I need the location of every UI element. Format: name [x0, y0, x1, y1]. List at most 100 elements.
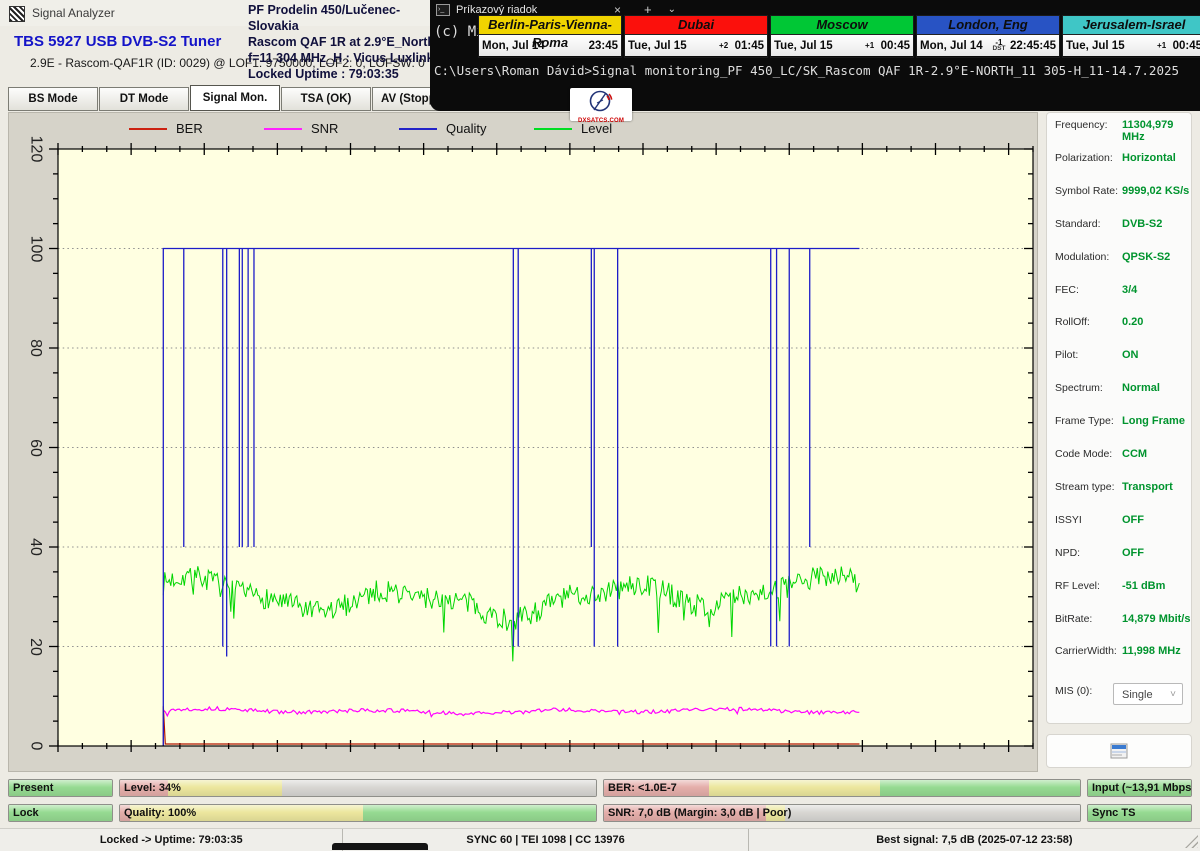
- param-value: OFF: [1122, 514, 1144, 526]
- param-row: RollOff: 0.20: [1047, 314, 1191, 332]
- app-title: Signal Analyzer: [32, 6, 115, 20]
- status-uptime: Locked -> Uptime: 79:03:35: [0, 829, 342, 851]
- param-label: FEC:: [1055, 284, 1079, 296]
- param-label: Stream type:: [1055, 481, 1115, 493]
- bar-segment: [363, 805, 596, 821]
- param-value: Horizontal: [1122, 152, 1176, 164]
- tab-signal-mon-[interactable]: Signal Mon.: [190, 85, 280, 111]
- syncts-indicator: Sync TS: [1087, 804, 1192, 822]
- bar-label: Level: 34%: [124, 782, 181, 794]
- tab-bs-mode[interactable]: BS Mode: [8, 87, 98, 111]
- clock-city: Moscow: [771, 16, 913, 35]
- y-axis-label: 20: [26, 638, 44, 656]
- clock-time: 22:45:45: [1010, 40, 1056, 52]
- y-axis-label: 40: [26, 538, 44, 556]
- param-row: ISSYI OFF: [1047, 512, 1191, 530]
- param-value: Long Frame: [1122, 415, 1185, 427]
- param-label: BitRate:: [1055, 613, 1092, 625]
- param-label: Modulation:: [1055, 251, 1109, 263]
- world-clock-panel: Berlin-Paris-Vienna-RomaMon, Jul 1423:45…: [478, 15, 1200, 58]
- param-label: Symbol Rate:: [1055, 185, 1118, 197]
- bar-label: Present: [13, 782, 53, 794]
- dxsatcs-logo-icon: [589, 89, 613, 113]
- present-indicator: Present: [8, 779, 113, 797]
- param-value: CCM: [1122, 448, 1147, 460]
- dxsatcs-logo: DXSATCS.COM: [570, 88, 632, 121]
- param-label: Pilot:: [1055, 349, 1078, 361]
- info-line-4: Locked Uptime : 79:03:35: [248, 66, 438, 82]
- param-row: Pilot: ON: [1047, 347, 1191, 365]
- clock-time: 23:45: [589, 40, 618, 52]
- param-value: QPSK-S2: [1122, 251, 1170, 263]
- param-value: ON: [1122, 349, 1139, 361]
- snr-progressbar: SNR: 7,0 dB (Margin: 3,0 dB | Poor): [603, 804, 1081, 822]
- tab-dt-mode[interactable]: DT Mode: [99, 87, 189, 111]
- input-indicator: Input (~13,91 Mbps): [1087, 779, 1192, 797]
- clock-date: Tue, Jul 15: [628, 40, 713, 52]
- signal-plot: [9, 113, 1039, 778]
- param-value: 11,998 MHz: [1122, 645, 1181, 657]
- mode-tabbar: BS ModeDT ModeSignal Mon.TSA (OK)AV (Sto…: [8, 86, 463, 112]
- terminal-prompt-line: C:\Users\Roman Dávid>Signal monitoring_P…: [434, 63, 1179, 78]
- clock-city: Jerusalem-Israel: [1063, 16, 1200, 35]
- clock-london-eng: London, EngMon, Jul 14-1DST22:45:45: [916, 15, 1060, 58]
- clock-date: Tue, Jul 15: [1066, 40, 1151, 52]
- bar-segment: [282, 780, 596, 796]
- param-row: Polarization: Horizontal: [1047, 150, 1191, 168]
- clock-berlin-paris-vienna-roma: Berlin-Paris-Vienna-RomaMon, Jul 1423:45: [478, 15, 622, 58]
- window-list-icon: [1110, 743, 1128, 759]
- param-value: -51 dBm: [1122, 580, 1165, 592]
- terminal-icon: [436, 4, 450, 16]
- clock-time: 00:45: [881, 40, 910, 52]
- mis-row: MIS (0): Single ˅: [1047, 683, 1191, 709]
- clock-time: 00:45: [1173, 40, 1200, 52]
- app-icon: [9, 6, 25, 22]
- param-value: 0.20: [1122, 316, 1143, 328]
- ts-dialog-button[interactable]: [1046, 734, 1192, 768]
- level-progressbar: Level: 34%: [119, 779, 597, 797]
- clock-city: London, Eng: [917, 16, 1059, 35]
- param-value: Transport: [1122, 481, 1173, 493]
- param-row: FEC: 3/4: [1047, 282, 1191, 300]
- y-axis-label: 100: [26, 235, 44, 262]
- param-row: Stream type: Transport: [1047, 479, 1191, 497]
- clock-utc-offset: +1: [1151, 43, 1173, 49]
- param-row: Frame Type:Long Frame: [1047, 413, 1191, 431]
- clock-moscow: MoscowTue, Jul 15+100:45: [770, 15, 914, 58]
- param-value: 14,879 Mbit/s: [1122, 613, 1190, 625]
- clock-date: Mon, Jul 14: [482, 40, 567, 52]
- param-label: Polarization:: [1055, 152, 1113, 164]
- param-label: ISSYI: [1055, 514, 1082, 526]
- tab-menu-icon[interactable]: ⌄: [668, 4, 676, 15]
- bar-segment: [785, 805, 1080, 821]
- mis-label: MIS (0):: [1055, 685, 1092, 697]
- param-value: Normal: [1122, 382, 1160, 394]
- param-value: 3/4: [1122, 284, 1137, 296]
- status-best-signal: Best signal: 7,5 dB (2025-07-12 23:58): [748, 829, 1200, 851]
- clock-jerusalem-israel: Jerusalem-Israel Tue, Jul 15+100:45: [1062, 15, 1200, 58]
- info-line-1: PF Prodelin 450/Lučenec-Slovakia: [248, 2, 438, 34]
- bar-label: Sync TS: [1092, 807, 1135, 819]
- clock-city: Dubai: [625, 16, 767, 35]
- param-row: Code Mode:CCM: [1047, 446, 1191, 464]
- param-row: Spectrum:Normal: [1047, 380, 1191, 398]
- info-line-2: Rascom QAF 1R at 2.9°E_North: [248, 34, 438, 50]
- clock-utc-offset: +2: [713, 43, 735, 49]
- bar-segment: [168, 780, 282, 796]
- y-axis-label: 80: [26, 339, 44, 357]
- bar-label: Quality: 100%: [124, 807, 196, 819]
- param-label: RollOff:: [1055, 316, 1090, 328]
- param-label: CarrierWidth:: [1055, 645, 1117, 657]
- chart-panel: BERSNRQualityLevel 120100806040200: [8, 112, 1038, 772]
- quality-progressbar: Quality: 100%: [119, 804, 597, 822]
- param-row: Frequency:11304,979 MHz: [1047, 117, 1191, 135]
- clock-dubai: Dubai Tue, Jul 15+201:45: [624, 15, 768, 58]
- clock-time: 01:45: [735, 40, 764, 52]
- tab-tsa-ok-[interactable]: TSA (OK): [281, 87, 371, 111]
- param-row: Modulation: QPSK-S2: [1047, 249, 1191, 267]
- tuner-title: TBS 5927 USB DVB-S2 Tuner: [14, 33, 221, 50]
- terminal-partial-text: (c) Mi: [434, 24, 485, 40]
- background-window-edge: [332, 843, 428, 850]
- clock-date: Mon, Jul 14: [920, 40, 988, 52]
- mis-select[interactable]: Single ˅: [1113, 683, 1183, 705]
